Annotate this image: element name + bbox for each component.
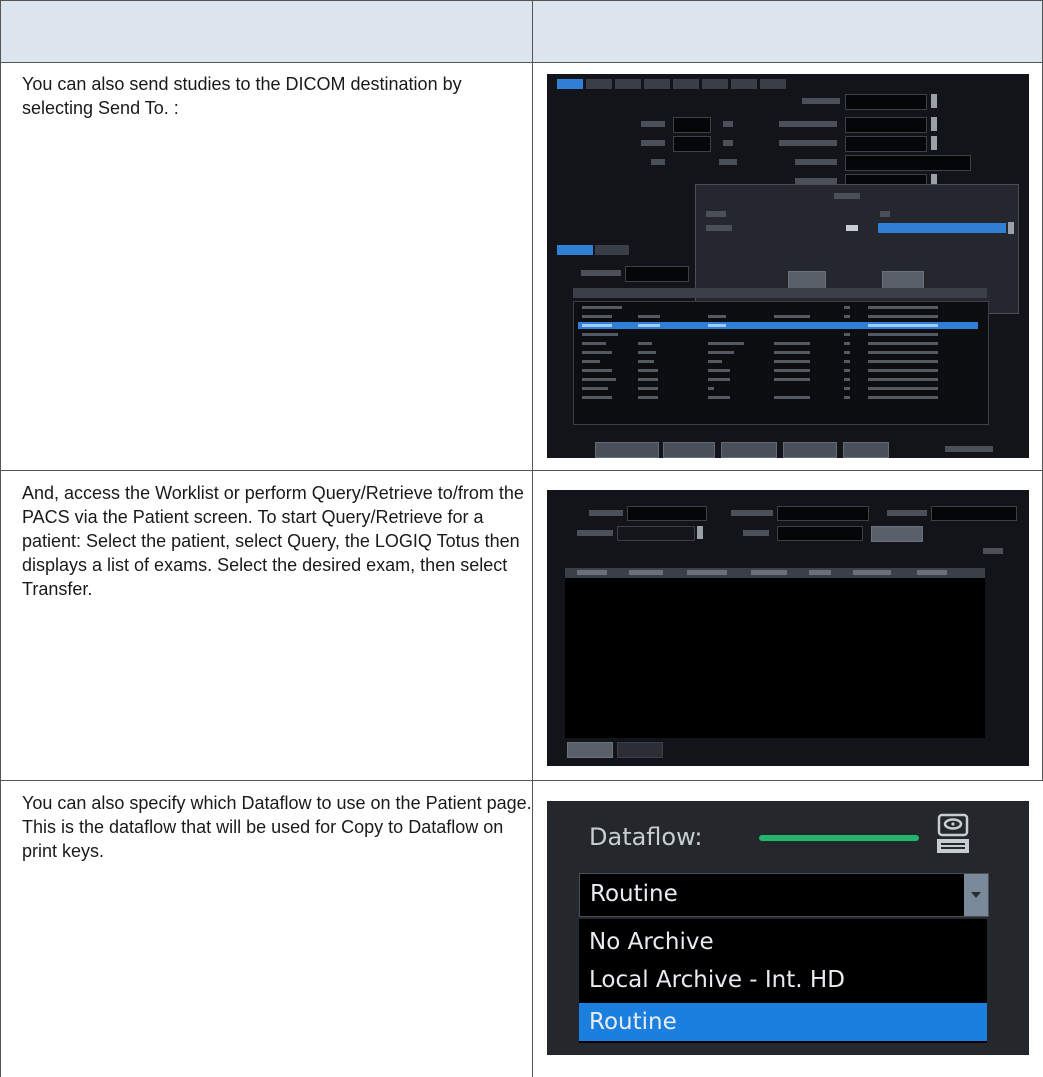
row3-description: You can also specify which Dataflow to u… (22, 793, 532, 861)
transfer-button[interactable] (567, 742, 613, 758)
screen-button-3[interactable] (721, 442, 777, 458)
row2-description: And, access the Worklist or perform Quer… (22, 483, 524, 599)
dataflow-option-local-archive[interactable]: Local Archive - Int. HD (579, 961, 987, 999)
exam-list[interactable] (565, 568, 985, 738)
chevron-down-icon[interactable] (964, 874, 988, 916)
dialog-ok-button[interactable] (882, 271, 924, 289)
dialog-cancel-button[interactable] (788, 271, 826, 289)
row1-description: You can also send studies to the DICOM d… (22, 74, 462, 118)
table-header-row (0, 0, 1043, 62)
table-border-row3 (0, 780, 1043, 781)
table-column-divider (532, 0, 533, 1077)
dataflow-selected-value: Routine (590, 881, 678, 907)
dataflow-options-list[interactable]: No Archive Local Archive - Int. HD Routi… (579, 919, 987, 1043)
disabled-button[interactable] (617, 742, 663, 758)
table-border-top (0, 0, 1043, 1)
dataflow-option-no-archive[interactable]: No Archive (579, 923, 987, 961)
screen-button-4[interactable] (783, 442, 837, 458)
dataflow-select[interactable]: Routine (579, 873, 989, 917)
dataflow-screenshot: Dataflow: Routine No Archive Local Archi… (547, 801, 1029, 1055)
patient-list[interactable] (573, 301, 989, 425)
table-border-left (0, 0, 1, 1077)
destination-select[interactable] (878, 223, 1006, 233)
screen-button-5[interactable] (843, 442, 889, 458)
send-to-screenshot (547, 74, 1029, 458)
dataflow-option-routine[interactable]: Routine (579, 1003, 987, 1041)
screen-button-2[interactable] (663, 442, 715, 458)
query-retrieve-screenshot (547, 490, 1029, 766)
screen-button-1[interactable] (595, 442, 659, 458)
dataflow-label: Dataflow: (589, 823, 703, 851)
dataflow-status-bar (759, 835, 919, 841)
query-button[interactable] (871, 526, 923, 542)
table-border-row2 (0, 470, 1043, 471)
archive-drive-icon[interactable] (933, 813, 973, 857)
screenshot-tab-bar (557, 79, 786, 89)
table-border-row1 (0, 62, 1043, 63)
document-table: You can also send studies to the DICOM d… (0, 0, 1043, 1077)
